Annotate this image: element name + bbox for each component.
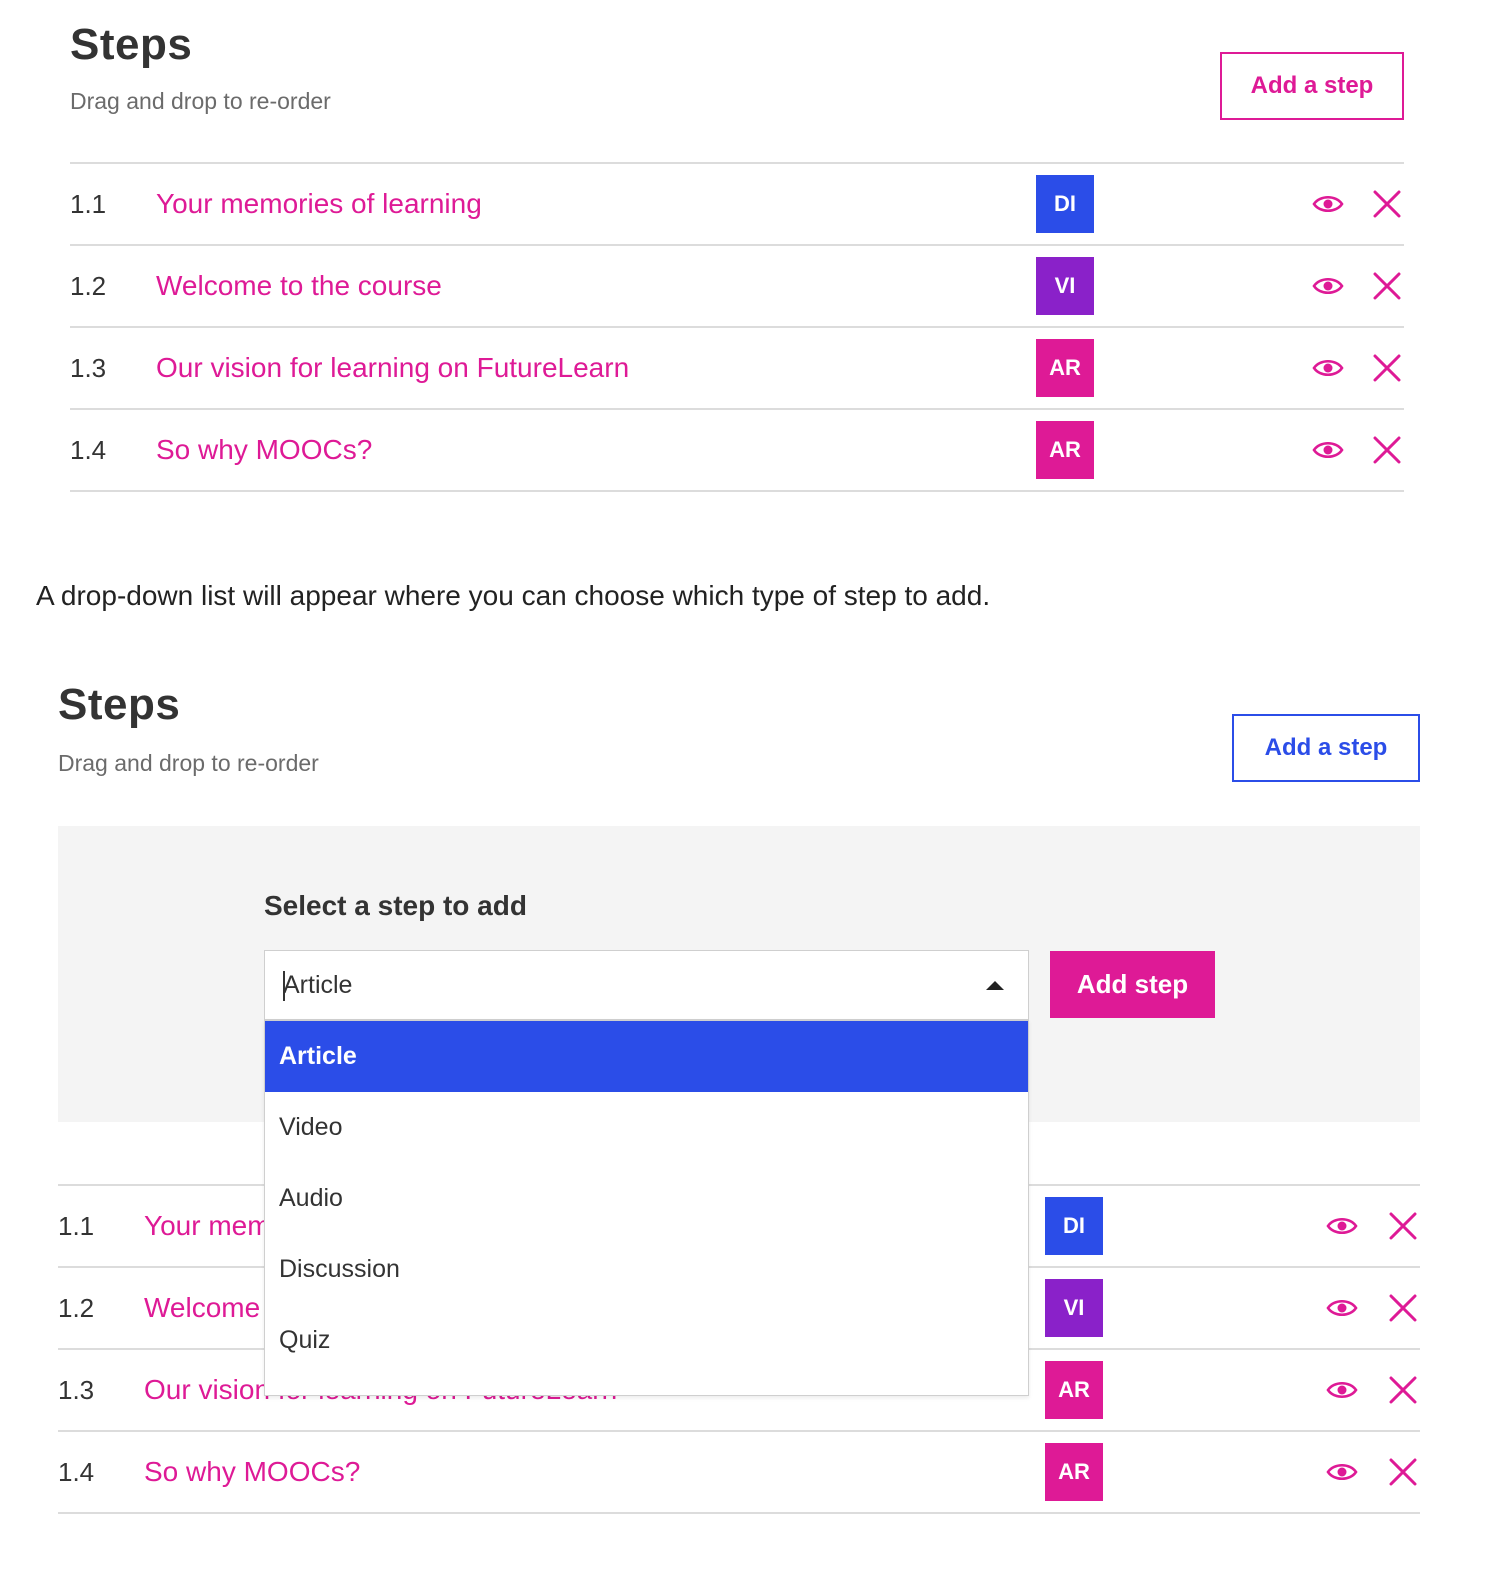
select-step-label: Select a step to add [264, 890, 527, 921]
add-step-button[interactable]: Add step [1050, 951, 1215, 1018]
dropdown-option[interactable]: Article [265, 1021, 1028, 1092]
step-row[interactable]: 1.2 Welcome to the course VI [70, 246, 1404, 328]
step-title-link[interactable]: Our vision for learning on FutureLearn [156, 328, 629, 408]
instruction-text: A drop-down list will appear where you c… [36, 580, 991, 611]
close-icon[interactable] [1387, 1456, 1419, 1488]
step-type-badge: DI [1045, 1197, 1103, 1255]
step-type-badge: AR [1036, 421, 1094, 479]
eye-icon[interactable] [1312, 190, 1344, 218]
step-type-badge: AR [1045, 1361, 1103, 1419]
eye-icon[interactable] [1326, 1294, 1358, 1322]
step-number: 1.1 [58, 1211, 95, 1241]
chevron-up-icon [986, 981, 1004, 990]
page-title: Steps [70, 20, 193, 69]
eye-icon[interactable] [1326, 1212, 1358, 1240]
dropdown-option[interactable]: Video [265, 1092, 1028, 1163]
close-icon[interactable] [1371, 188, 1403, 220]
close-icon[interactable] [1371, 434, 1403, 466]
page-subtitle: Drag and drop to re-order [58, 750, 319, 776]
close-icon[interactable] [1371, 352, 1403, 384]
step-title-link[interactable]: Welcome to the course [156, 246, 442, 326]
eye-icon[interactable] [1326, 1376, 1358, 1404]
step-type-dropdown: Article Video Audio Discussion Quiz [264, 1020, 1029, 1396]
close-icon[interactable] [1387, 1292, 1419, 1324]
add-a-step-button[interactable]: Add a step [1232, 714, 1420, 782]
close-icon[interactable] [1387, 1374, 1419, 1406]
step-number: 1.2 [70, 271, 107, 301]
add-a-step-button[interactable]: Add a step [1220, 52, 1404, 120]
dropdown-option[interactable]: Quiz [265, 1305, 1028, 1376]
step-number: 1.2 [58, 1293, 95, 1323]
step-number: 1.4 [70, 435, 107, 465]
step-title-link[interactable]: Your memories of learning [156, 164, 482, 244]
step-row[interactable]: 1.3 Our vision for learning on FutureLear… [70, 328, 1404, 410]
step-row[interactable]: 1.1 Your memories of learning DI [70, 164, 1404, 246]
dropdown-option[interactable]: Discussion [265, 1234, 1028, 1305]
select-value: Article [283, 971, 353, 1001]
close-icon[interactable] [1387, 1210, 1419, 1242]
step-type-badge: VI [1045, 1279, 1103, 1337]
dropdown-option[interactable]: Audio [265, 1163, 1028, 1234]
eye-icon[interactable] [1312, 436, 1344, 464]
step-number: 1.4 [58, 1457, 95, 1487]
step-number: 1.3 [58, 1375, 95, 1405]
step-row[interactable]: 1.4 So why MOOCs? AR [70, 410, 1404, 492]
step-type-badge: AR [1036, 339, 1094, 397]
step-type-badge: AR [1045, 1443, 1103, 1501]
page-subtitle: Drag and drop to re-order [70, 88, 331, 114]
step-type-badge: VI [1036, 257, 1094, 315]
eye-icon[interactable] [1312, 272, 1344, 300]
step-type-select[interactable]: Article [264, 950, 1029, 1020]
step-list: 1.1 Your memories of learning DI 1.2 Welcome… [70, 162, 1404, 492]
step-title-link[interactable]: So why MOOCs? [156, 410, 372, 490]
text-caret [283, 971, 285, 1001]
step-title-link[interactable]: So why MOOCs? [144, 1432, 360, 1512]
eye-icon[interactable] [1312, 354, 1344, 382]
step-type-badge: DI [1036, 175, 1094, 233]
close-icon[interactable] [1371, 270, 1403, 302]
step-number: 1.1 [70, 189, 107, 219]
page-title: Steps [58, 680, 181, 729]
eye-icon[interactable] [1326, 1458, 1358, 1486]
step-row[interactable]: 1.4 So why MOOCs? AR [58, 1432, 1420, 1514]
step-number: 1.3 [70, 353, 107, 383]
